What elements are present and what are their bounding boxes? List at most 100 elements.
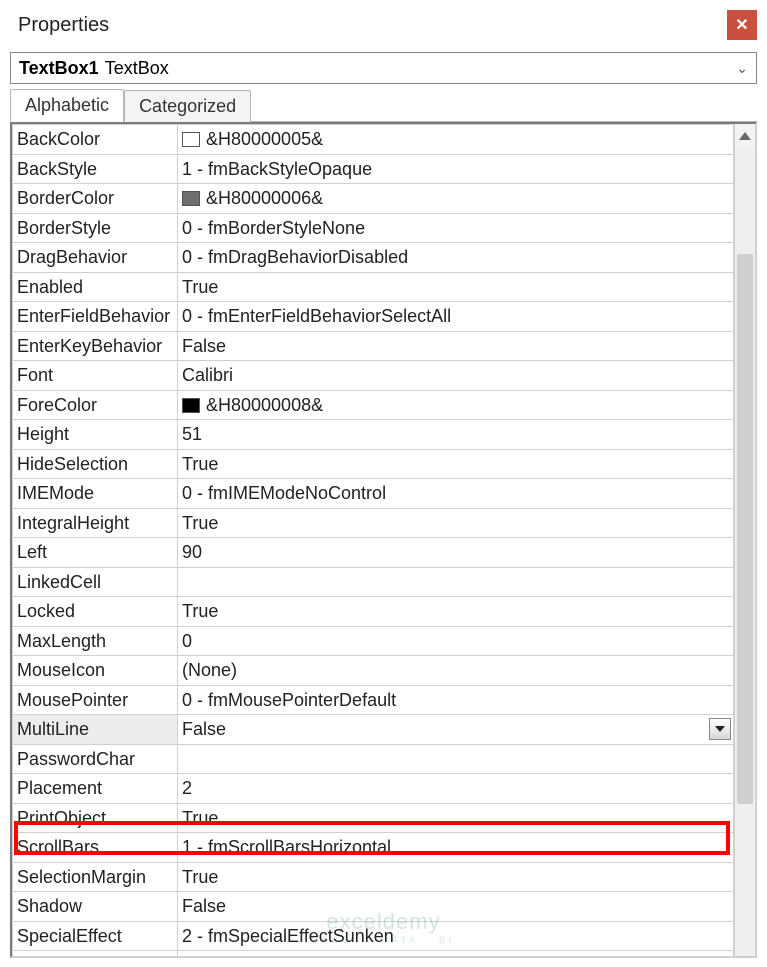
property-name[interactable]: Locked <box>13 597 178 627</box>
property-name[interactable]: DragBehavior <box>13 243 178 273</box>
property-value[interactable]: True <box>178 862 734 892</box>
tab-categorized[interactable]: Categorized <box>124 90 251 122</box>
property-value[interactable]: True <box>178 272 734 302</box>
scroll-up-button[interactable] <box>735 124 755 148</box>
property-value[interactable]: &H80000008& <box>178 390 734 420</box>
property-name[interactable]: MouseIcon <box>13 656 178 686</box>
scroll-thumb[interactable] <box>737 254 753 804</box>
property-row[interactable]: BackStyle1 - fmBackStyleOpaque <box>13 154 734 184</box>
property-value[interactable]: True <box>178 803 734 833</box>
property-row[interactable]: EnterKeyBehaviorFalse <box>13 331 734 361</box>
property-value[interactable]: 0 - fmDragBehaviorDisabled <box>178 243 734 273</box>
property-row[interactable]: HideSelectionTrue <box>13 449 734 479</box>
property-value[interactable]: (None) <box>178 656 734 686</box>
property-row[interactable]: BackColor&H80000005& <box>13 125 734 155</box>
property-value[interactable] <box>178 567 734 597</box>
property-value[interactable]: False <box>178 951 734 959</box>
property-name[interactable]: ScrollBars <box>13 833 178 863</box>
property-name[interactable]: PrintObject <box>13 803 178 833</box>
property-name[interactable]: HideSelection <box>13 449 178 479</box>
property-name[interactable]: BorderStyle <box>13 213 178 243</box>
property-row[interactable]: ForeColor&H80000008& <box>13 390 734 420</box>
property-row[interactable]: DragBehavior0 - fmDragBehaviorDisabled <box>13 243 734 273</box>
property-value-text: (None) <box>182 660 237 680</box>
vertical-scrollbar[interactable] <box>734 124 755 956</box>
property-value[interactable]: 0 - fmBorderStyleNone <box>178 213 734 243</box>
color-swatch <box>182 132 200 147</box>
property-value[interactable]: Calibri <box>178 361 734 391</box>
property-value-text: &H80000006& <box>206 188 323 208</box>
property-value[interactable]: 51 <box>178 420 734 450</box>
property-value[interactable] <box>178 744 734 774</box>
property-row[interactable]: LinkedCell <box>13 567 734 597</box>
property-name[interactable]: EnterKeyBehavior <box>13 331 178 361</box>
property-name[interactable]: SelectionMargin <box>13 862 178 892</box>
property-name[interactable]: Font <box>13 361 178 391</box>
property-value[interactable]: False <box>178 331 734 361</box>
property-name[interactable]: IMEMode <box>13 479 178 509</box>
property-value[interactable]: True <box>178 508 734 538</box>
property-row[interactable]: Height51 <box>13 420 734 450</box>
property-name[interactable]: MultiLine <box>13 715 178 745</box>
property-value[interactable]: 0 <box>178 626 734 656</box>
property-name[interactable]: BorderColor <box>13 184 178 214</box>
property-name[interactable]: MousePointer <box>13 685 178 715</box>
property-row[interactable]: TabKeyBehaviorFalse <box>13 951 734 959</box>
property-value[interactable]: True <box>178 449 734 479</box>
property-value[interactable]: 1 - fmScrollBarsHorizontal <box>178 833 734 863</box>
property-row[interactable]: ScrollBars1 - fmScrollBarsHorizontal <box>13 833 734 863</box>
property-name[interactable]: Height <box>13 420 178 450</box>
property-row[interactable]: MousePointer0 - fmMousePointerDefault <box>13 685 734 715</box>
property-name[interactable]: PasswordChar <box>13 744 178 774</box>
property-row[interactable]: MaxLength0 <box>13 626 734 656</box>
property-row[interactable]: SpecialEffect2 - fmSpecialEffectSunken <box>13 921 734 951</box>
property-row[interactable]: LockedTrue <box>13 597 734 627</box>
property-name[interactable]: LinkedCell <box>13 567 178 597</box>
property-name[interactable]: IntegralHeight <box>13 508 178 538</box>
property-value[interactable]: True <box>178 597 734 627</box>
property-row[interactable]: FontCalibri <box>13 361 734 391</box>
property-row[interactable]: MouseIcon(None) <box>13 656 734 686</box>
object-selector[interactable]: TextBox1 TextBox ⌄ <box>10 52 757 84</box>
property-value[interactable]: &H80000005& <box>178 125 734 155</box>
property-row[interactable]: MultiLineFalse <box>13 715 734 745</box>
property-row[interactable]: Left90 <box>13 538 734 568</box>
property-value[interactable]: 0 - fmMousePointerDefault <box>178 685 734 715</box>
property-row[interactable]: BorderColor&H80000006& <box>13 184 734 214</box>
property-name[interactable]: MaxLength <box>13 626 178 656</box>
property-value-text: &H80000005& <box>206 129 323 149</box>
property-row[interactable]: IntegralHeightTrue <box>13 508 734 538</box>
property-name[interactable]: TabKeyBehavior <box>13 951 178 959</box>
property-value[interactable]: 0 - fmIMEModeNoControl <box>178 479 734 509</box>
property-name[interactable]: ForeColor <box>13 390 178 420</box>
property-value[interactable]: 90 <box>178 538 734 568</box>
property-value[interactable]: False <box>178 715 734 745</box>
property-name[interactable]: Enabled <box>13 272 178 302</box>
property-name[interactable]: SpecialEffect <box>13 921 178 951</box>
property-row[interactable]: PrintObjectTrue <box>13 803 734 833</box>
property-row[interactable]: BorderStyle0 - fmBorderStyleNone <box>13 213 734 243</box>
property-value[interactable]: &H80000006& <box>178 184 734 214</box>
property-name[interactable]: Shadow <box>13 892 178 922</box>
property-value[interactable]: False <box>178 892 734 922</box>
property-row[interactable]: EnabledTrue <box>13 272 734 302</box>
titlebar: Properties ✕ <box>0 0 767 48</box>
property-name[interactable]: Left <box>13 538 178 568</box>
property-row[interactable]: IMEMode0 - fmIMEModeNoControl <box>13 479 734 509</box>
property-value[interactable]: 0 - fmEnterFieldBehaviorSelectAll <box>178 302 734 332</box>
property-name[interactable]: BackStyle <box>13 154 178 184</box>
property-name[interactable]: BackColor <box>13 125 178 155</box>
property-value[interactable]: 2 - fmSpecialEffectSunken <box>178 921 734 951</box>
property-row[interactable]: PasswordChar <box>13 744 734 774</box>
property-row[interactable]: SelectionMarginTrue <box>13 862 734 892</box>
property-row[interactable]: Placement2 <box>13 774 734 804</box>
property-name[interactable]: EnterFieldBehavior <box>13 302 178 332</box>
property-name[interactable]: Placement <box>13 774 178 804</box>
property-row[interactable]: EnterFieldBehavior0 - fmEnterFieldBehavi… <box>13 302 734 332</box>
property-row[interactable]: ShadowFalse <box>13 892 734 922</box>
property-value[interactable]: 1 - fmBackStyleOpaque <box>178 154 734 184</box>
dropdown-button[interactable] <box>709 718 731 740</box>
property-value[interactable]: 2 <box>178 774 734 804</box>
tab-alphabetic[interactable]: Alphabetic <box>10 89 124 122</box>
close-button[interactable]: ✕ <box>727 10 757 40</box>
